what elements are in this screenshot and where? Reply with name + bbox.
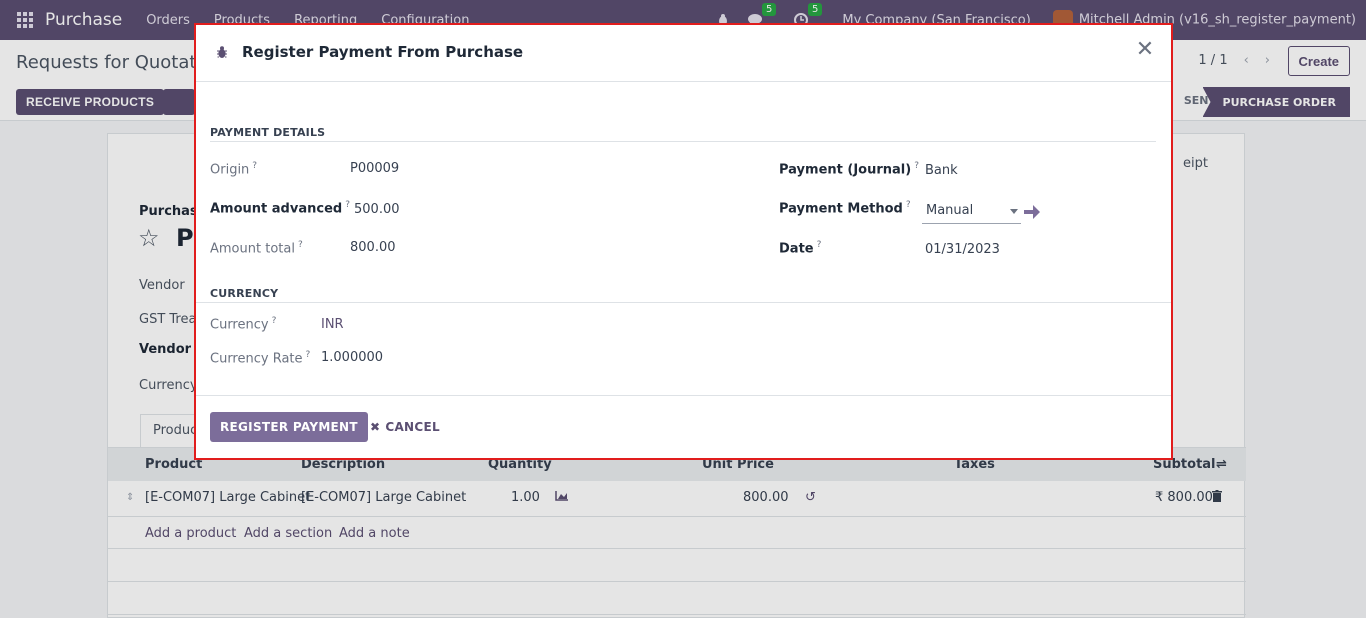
dialog-header: Register Payment From Purchase ✕ bbox=[196, 25, 1171, 82]
amount-total-value: 800.00 bbox=[350, 240, 396, 255]
help-icon[interactable]: ? bbox=[306, 350, 311, 360]
help-icon[interactable]: ? bbox=[345, 200, 350, 210]
close-x-icon: ✖ bbox=[370, 420, 381, 434]
close-icon[interactable]: ✕ bbox=[1133, 39, 1157, 63]
currency-section-title: CURRENCY bbox=[210, 287, 279, 300]
caret-down-icon[interactable] bbox=[1010, 209, 1018, 214]
currency-rate-value: 1.000000 bbox=[321, 350, 384, 365]
dialog-footer: REGISTER PAYMENT ✖ CANCEL bbox=[196, 395, 1171, 460]
help-icon[interactable]: ? bbox=[272, 316, 277, 326]
section-divider bbox=[196, 302, 1171, 303]
amount-total-label: Amount total? bbox=[210, 240, 303, 257]
currency-label: Currency? bbox=[210, 316, 277, 333]
amount-advanced-label: Amount advanced? bbox=[210, 200, 350, 217]
origin-value: P00009 bbox=[350, 161, 400, 176]
payment-details-title: PAYMENT DETAILS bbox=[210, 126, 326, 139]
help-icon[interactable]: ? bbox=[298, 240, 303, 250]
help-icon[interactable]: ? bbox=[817, 240, 822, 250]
amount-advanced-input[interactable]: 500.00 bbox=[354, 202, 400, 217]
register-payment-button[interactable]: REGISTER PAYMENT bbox=[210, 412, 368, 442]
help-icon[interactable]: ? bbox=[914, 161, 919, 171]
section-divider bbox=[210, 141, 1156, 142]
debug-bug-icon[interactable] bbox=[216, 45, 228, 59]
date-input[interactable]: 01/31/2023 bbox=[925, 242, 1000, 257]
date-label: Date? bbox=[779, 240, 822, 257]
payment-method-select[interactable]: Manual bbox=[922, 200, 1021, 224]
dialog-title: Register Payment From Purchase bbox=[242, 43, 524, 61]
payment-journal-value[interactable]: Bank bbox=[925, 163, 958, 178]
payment-method-value: Manual bbox=[926, 203, 974, 218]
currency-rate-label: Currency Rate? bbox=[210, 350, 311, 367]
cancel-button[interactable]: ✖ CANCEL bbox=[368, 412, 442, 442]
help-icon[interactable]: ? bbox=[252, 161, 257, 171]
currency-value[interactable]: INR bbox=[321, 317, 344, 332]
origin-label: Origin? bbox=[210, 161, 258, 178]
payment-method-label: Payment Method? bbox=[779, 200, 911, 217]
payment-journal-label: Payment (Journal)? bbox=[779, 161, 919, 178]
cancel-label: CANCEL bbox=[385, 420, 440, 434]
help-icon[interactable]: ? bbox=[906, 200, 911, 210]
register-payment-dialog: Register Payment From Purchase ✕ PAYMENT… bbox=[194, 23, 1173, 460]
arrow-right-icon[interactable] bbox=[1022, 201, 1042, 223]
